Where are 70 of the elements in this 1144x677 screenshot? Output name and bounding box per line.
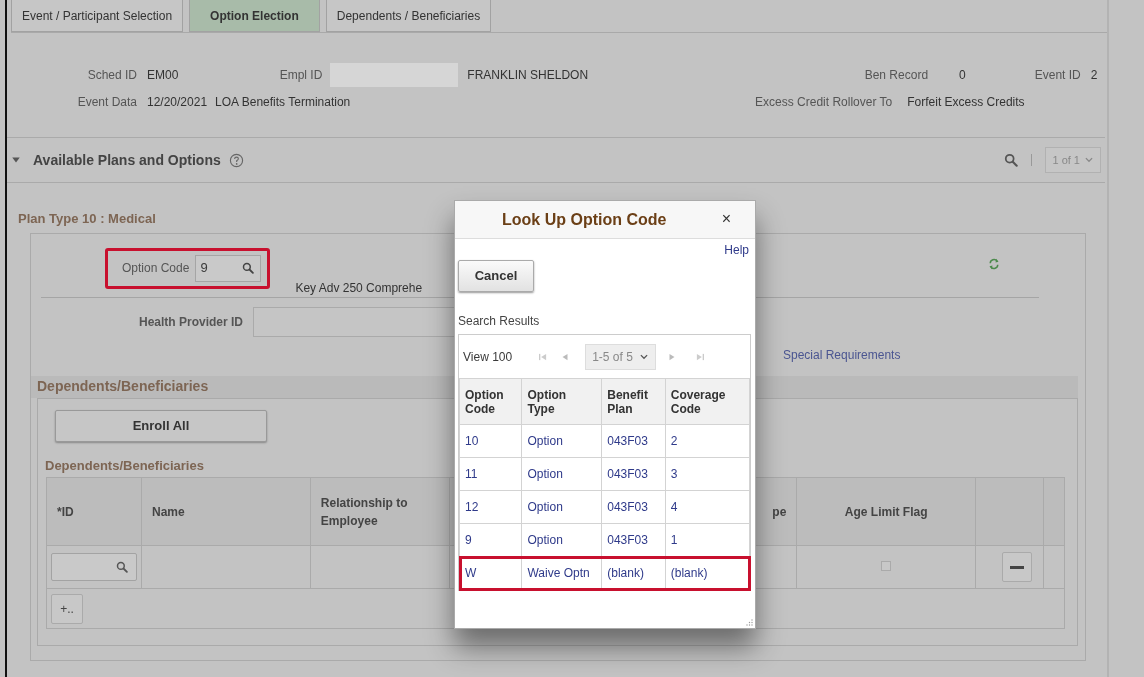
result-link[interactable]: 11: [465, 467, 478, 481]
column-header: Name: [152, 504, 185, 519]
grid-title: Dependents/Beneficiaries: [45, 456, 204, 475]
result-link[interactable]: Option: [527, 467, 563, 481]
result-link[interactable]: Option: [527, 434, 563, 448]
field-value: 12/20/2021: [147, 93, 208, 111]
special-requirements-link[interactable]: Special Requirements: [783, 347, 901, 362]
result-row[interactable]: 10 Option 043F03 2: [459, 424, 750, 458]
chevron-down-icon: [1084, 155, 1094, 165]
option-code-field[interactable]: 9: [195, 254, 262, 282]
tab[interactable]: Event / Participant Selection: [11, 0, 184, 32]
help-link[interactable]: Help: [724, 243, 749, 257]
column-header: *ID: [57, 504, 74, 519]
plan-type-title: Plan Type 10 : Medical: [18, 210, 156, 228]
tab[interactable]: Option Election: [189, 0, 320, 32]
result-link[interactable]: Option: [527, 500, 563, 514]
field-label: Option Code: [122, 260, 190, 277]
refresh-icon[interactable]: [988, 257, 1000, 270]
results-label: Search Results: [458, 314, 540, 328]
result-link[interactable]: W: [465, 566, 477, 580]
column-header: Coverage Code: [670, 387, 726, 416]
section-title: Available Plans and Options: [33, 150, 221, 170]
add-row-button[interactable]: +..: [51, 593, 83, 624]
result-link[interactable]: 10: [465, 434, 479, 448]
search-icon[interactable]: [242, 262, 255, 274]
remove-row-button[interactable]: [1002, 552, 1033, 582]
cancel-button[interactable]: Cancel: [458, 260, 534, 292]
column-header: Relationship to Employee: [320, 495, 408, 528]
enroll-all-button[interactable]: Enroll All: [55, 409, 267, 442]
result-row[interactable]: 11 Option 043F03 3: [459, 457, 750, 491]
result-link[interactable]: (blank): [670, 566, 708, 580]
field-label: Event ID: [1033, 66, 1081, 84]
column-header: pe: [772, 504, 787, 519]
field-value: EM00: [147, 66, 179, 84]
resize-grip-icon[interactable]: [745, 618, 753, 626]
field-label: Sched ID: [86, 66, 137, 84]
result-link[interactable]: 2: [670, 434, 678, 448]
close-button[interactable]: ×: [721, 210, 731, 228]
field-label: Event Data: [76, 93, 137, 111]
field-value: LOA Benefits Termination: [215, 93, 351, 111]
field-label: Empl ID: [278, 66, 323, 84]
result-row[interactable]: 9 Option 043F03 1: [459, 523, 750, 557]
column-header: Option Type: [527, 387, 567, 416]
search-icon[interactable]: [1004, 153, 1019, 167]
result-link[interactable]: 3: [670, 467, 678, 481]
section-title: Dependents/Beneficiaries: [37, 377, 209, 396]
dialog-title: Look Up Option Code: [502, 209, 667, 230]
id-field[interactable]: [51, 553, 137, 581]
help-icon[interactable]: [228, 152, 244, 168]
plan-description: Key Adv 250 Comprehe: [295, 279, 423, 297]
search-icon[interactable]: [116, 561, 128, 573]
result-link[interactable]: 12: [465, 500, 479, 514]
tab[interactable]: Dependents / Beneficiaries: [325, 0, 492, 32]
employee-name: FRANKLIN SHELDON: [467, 66, 589, 84]
column-header: Option Code: [465, 387, 504, 416]
field-value: Forfeit Excess Credits: [907, 93, 1025, 111]
result-link[interactable]: 9: [465, 533, 472, 547]
field-value: 0: [959, 66, 966, 84]
collapse-icon[interactable]: [11, 155, 21, 165]
result-row[interactable]: 12 Option 043F03 4: [459, 490, 750, 524]
view-all-link[interactable]: View 100: [463, 347, 513, 366]
field-label: Health Provider ID: [139, 313, 244, 331]
column-header: Age Limit Flag: [844, 504, 928, 519]
column-header: Benefit Plan: [607, 387, 648, 416]
result-link[interactable]: 1: [670, 533, 678, 547]
result-link[interactable]: Option: [527, 533, 563, 547]
result-link[interactable]: 4: [670, 500, 678, 514]
field-label: Excess Credit Rollover To: [754, 93, 893, 111]
field-value: 2: [1090, 66, 1098, 84]
field-label: Ben Record: [863, 66, 929, 84]
